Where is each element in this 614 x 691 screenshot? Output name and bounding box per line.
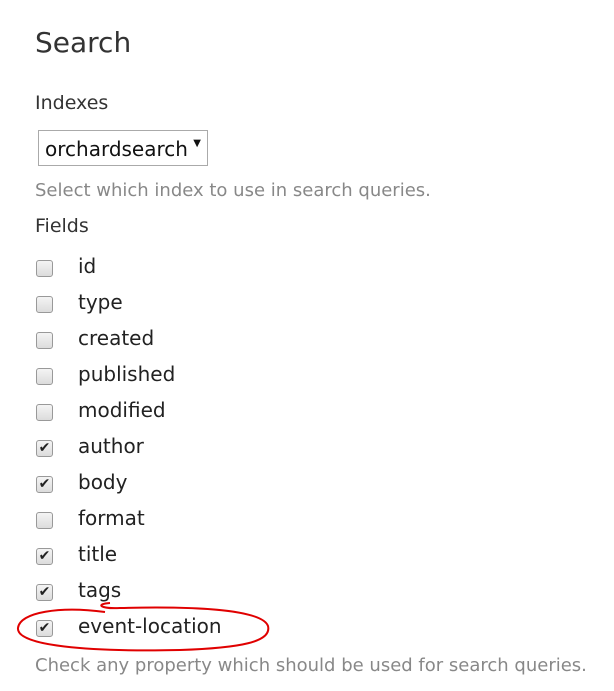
red-annotation-circle — [16, 602, 270, 652]
